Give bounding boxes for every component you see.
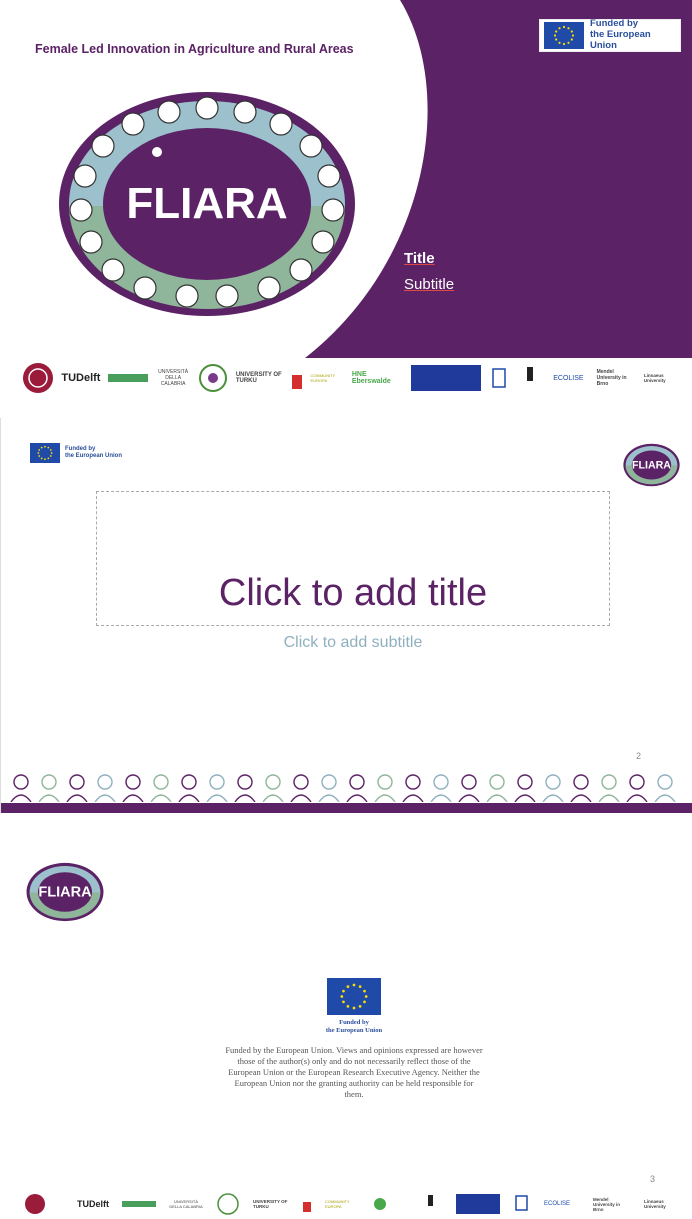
unical-logo-icon: UNIVERSITÀ DELLA CALABRIA bbox=[158, 369, 189, 387]
slide-heading: Female Led Innovation in Agriculture and… bbox=[35, 42, 354, 56]
ecolise-logo-icon: ECOLISE bbox=[544, 1201, 571, 1207]
red-box-logo-icon bbox=[303, 1202, 311, 1212]
eu-funded-badge: Funded by the European Union bbox=[539, 18, 681, 52]
mendel-logo-icon: Mendel University in Brno bbox=[593, 1196, 621, 1212]
j-logo-icon bbox=[428, 1195, 433, 1206]
unical-logo-icon: UNIVERSITÀ DELLA CALABRIA bbox=[169, 1199, 203, 1209]
hne-logo-icon: HNE Eberswalde bbox=[351, 371, 391, 385]
corp-logo-icon bbox=[122, 1201, 156, 1207]
eu-funded-label: Funded by the European Union bbox=[325, 1019, 383, 1035]
green-circle-logo-icon bbox=[217, 1193, 239, 1215]
community-europa-icon: COMMUNITY EUROPA bbox=[325, 1199, 350, 1209]
hne-logo-icon bbox=[374, 1198, 386, 1210]
j-logo-icon bbox=[526, 367, 533, 381]
page-number: 2 bbox=[636, 751, 642, 761]
corp-logo-icon bbox=[107, 374, 148, 382]
eu-flag-icon bbox=[30, 443, 60, 463]
svg-text:FLIARA: FLIARA bbox=[632, 459, 671, 471]
tudelft-flame-icon: TUDelft bbox=[77, 1199, 109, 1209]
university-seal-icon bbox=[23, 363, 53, 393]
slide-subtitle[interactable]: Subtitle bbox=[404, 276, 454, 293]
title-placeholder[interactable]: Click to add title bbox=[96, 572, 610, 615]
linnaeus-logo-icon: Linnaeus University bbox=[643, 373, 666, 383]
eu-flag-icon bbox=[327, 978, 381, 1015]
blue-banner-logo-icon bbox=[456, 1194, 500, 1214]
fliara-logo-text: FLIARA bbox=[126, 179, 287, 228]
mendel-logo-icon: Mendel University in Brno bbox=[596, 369, 627, 387]
subtitle-placeholder[interactable]: Click to add subtitle bbox=[96, 634, 610, 652]
linnaeus-logo-icon: Linnaeus University bbox=[644, 1199, 666, 1209]
slide-1[interactable]: Female Led Innovation in Agriculture and… bbox=[0, 0, 692, 402]
slide-3[interactable]: FLIARA Funded by the European Union Fund… bbox=[0, 826, 692, 1219]
university-seal-icon bbox=[25, 1194, 45, 1214]
eu-badge-line2: the European Union bbox=[590, 29, 651, 51]
turku-logo-icon: UNIVERSITY OF TURKU bbox=[235, 372, 282, 384]
green-circle-logo-icon bbox=[199, 364, 228, 392]
people-illustration-row bbox=[10, 774, 676, 802]
red-box-logo-icon bbox=[292, 375, 303, 389]
eu-badge-label: Funded by the European Union bbox=[65, 446, 122, 459]
tudelft-flame-icon: TUDelft bbox=[61, 372, 101, 384]
oulu-logo-icon bbox=[515, 1195, 528, 1211]
oulu-logo-icon bbox=[491, 368, 506, 388]
partner-logo-strip: TUDelft UNIVERSITÀ DELLA CALABRIA UNIVER… bbox=[0, 360, 692, 396]
eu-funded-badge: Funded by the European Union bbox=[30, 443, 122, 463]
blue-banner-logo-icon bbox=[411, 365, 482, 391]
ecolise-logo-icon: ECOLISE bbox=[553, 374, 584, 382]
eu-disclaimer-text: Funded by the European Union. Views and … bbox=[225, 1045, 483, 1100]
page-number: 3 bbox=[650, 1174, 656, 1184]
fliara-logo: FLIARA bbox=[59, 92, 355, 316]
turku-logo-icon: UNIVERSITY OF TURKU bbox=[253, 1199, 288, 1209]
footer-bar bbox=[1, 803, 692, 813]
slide-title[interactable]: Title bbox=[404, 250, 435, 267]
svg-text:FLIARA: FLIARA bbox=[38, 885, 92, 901]
fliara-logo: FLIARA bbox=[623, 443, 680, 487]
partner-logo-strip: TUDelft UNIVERSITÀ DELLA CALABRIA UNIVER… bbox=[0, 1192, 692, 1216]
community-europa-icon: COMMUNITY EUROPA bbox=[310, 373, 336, 383]
eu-badge-label: Funded by the European Union bbox=[590, 18, 676, 52]
fliara-logo: FLIARA bbox=[26, 862, 104, 922]
slide-2[interactable]: Funded by the European Union FLIARA Clic… bbox=[0, 418, 692, 813]
eu-flag-icon bbox=[544, 22, 584, 49]
eu-flag-badge bbox=[327, 978, 381, 1015]
